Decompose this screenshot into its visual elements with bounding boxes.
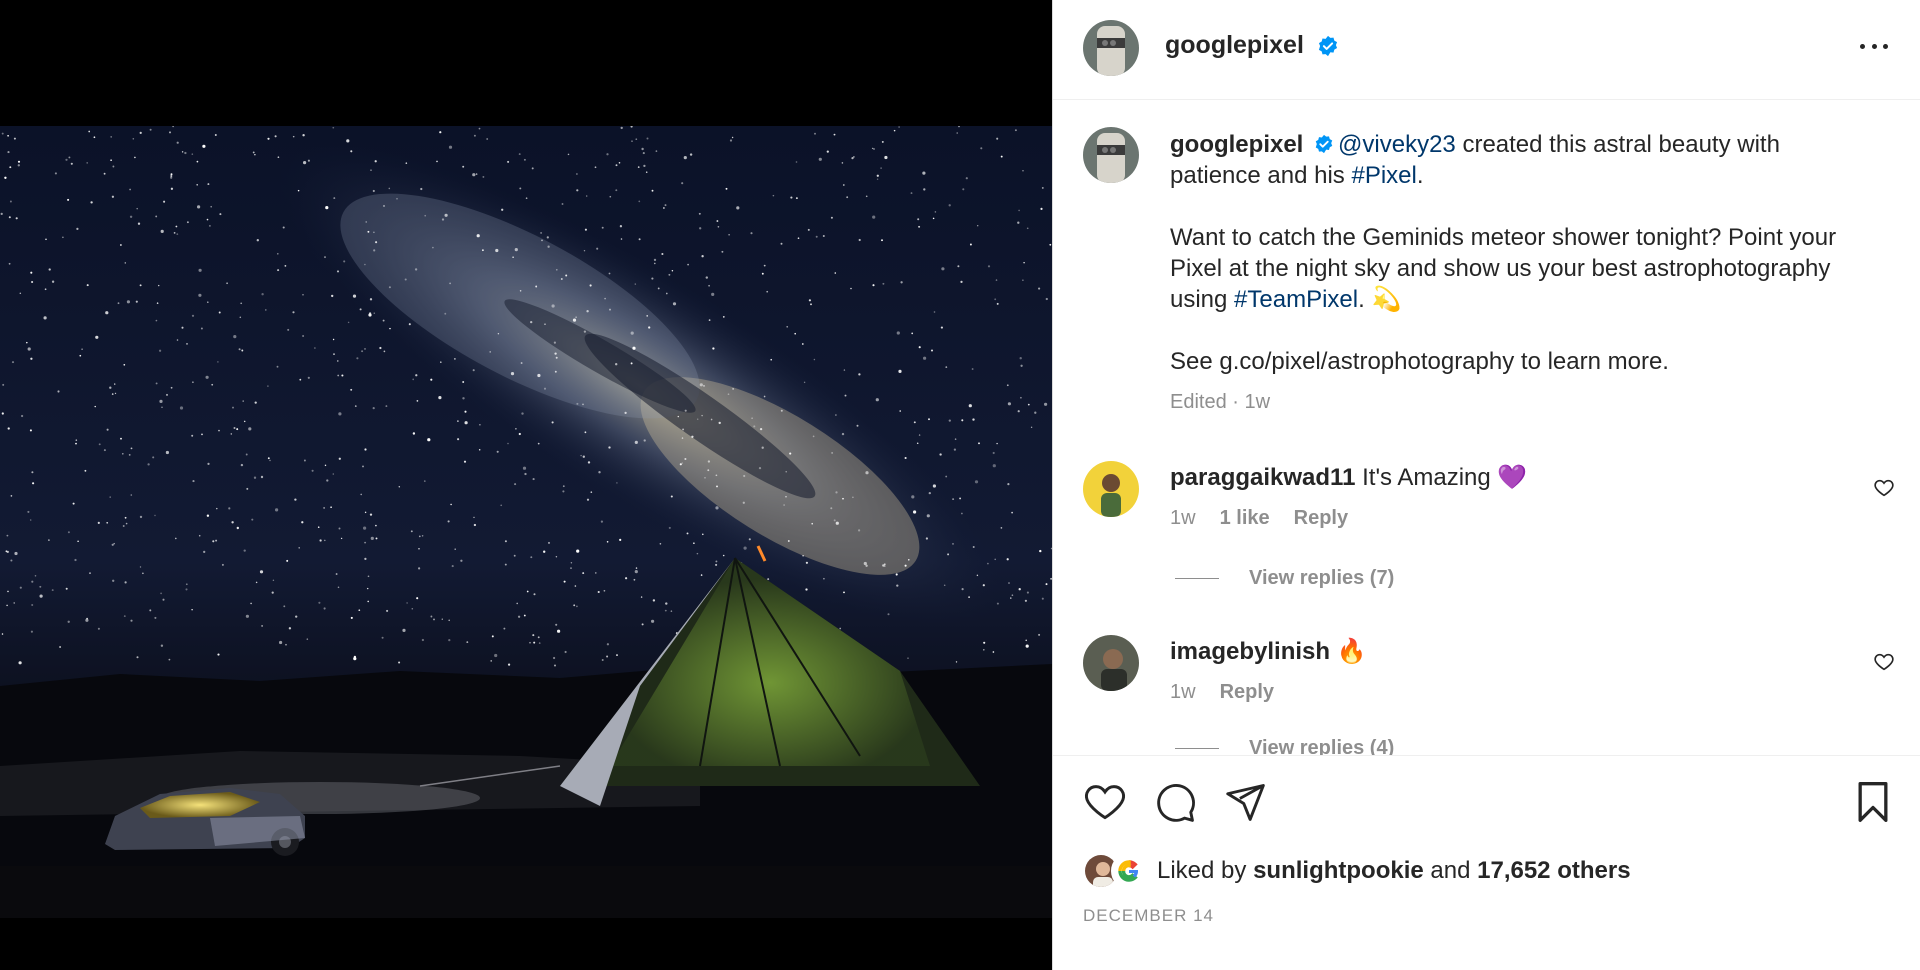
view-replies-label[interactable]: View replies (7) [1249, 567, 1394, 590]
heart-icon[interactable] [1083, 780, 1127, 824]
post-detail-panel: googlepixel googlepixel @viveky23 create… [1052, 0, 1920, 970]
comment-time: 1w [1170, 507, 1196, 529]
view-replies-button[interactable]: View replies (4) [1175, 737, 1394, 755]
hashtag-link[interactable]: #Pixel [1351, 162, 1416, 189]
liked-by-others-count[interactable]: 17,652 others [1477, 857, 1630, 885]
edited-timestamp: Edited · 1w [1170, 391, 1271, 413]
comment-time: 1w [1170, 681, 1196, 703]
caption-author-avatar[interactable] [1083, 127, 1139, 183]
author-username[interactable]: googlepixel [1165, 31, 1339, 60]
post-header: googlepixel [1053, 0, 1920, 100]
view-replies-button[interactable]: View replies (7) [1175, 567, 1394, 590]
commenter-avatar[interactable] [1083, 635, 1139, 691]
comment-text: paraggaikwad11 It's Amazing 💜 [1170, 463, 1527, 492]
bookmark-icon[interactable] [1853, 780, 1893, 824]
verified-badge-icon [1318, 36, 1337, 57]
verified-badge-icon [1315, 134, 1333, 154]
commenter-username[interactable]: paraggaikwad11 [1170, 464, 1355, 491]
liked-by-username[interactable]: sunlightpookie [1253, 857, 1424, 885]
comment-item: paraggaikwad11 It's Amazing 💜 1w 1 like … [1053, 461, 1920, 581]
liked-by-prefix: Liked by [1157, 857, 1247, 884]
view-replies-label[interactable]: View replies (4) [1249, 737, 1394, 755]
author-username-text[interactable]: googlepixel [1165, 31, 1304, 59]
comment-body: It's Amazing 💜 [1355, 464, 1528, 491]
comment-body: 🔥 [1330, 638, 1367, 665]
post-caption: googlepixel @viveky23 created this astra… [1170, 129, 1860, 377]
comment-heart-icon[interactable] [1873, 477, 1895, 499]
commenter-username[interactable]: imagebylinish [1170, 638, 1330, 665]
post-footer: Liked by sunlightpookie and 17,652 other… [1053, 755, 1920, 970]
comment-reply-button[interactable]: Reply [1294, 507, 1348, 530]
more-options-icon[interactable] [1854, 34, 1894, 58]
caption-text: . [1416, 162, 1424, 189]
author-avatar[interactable] [1083, 20, 1139, 76]
comment-meta: 1w 1 like Reply [1170, 507, 1348, 530]
comments-scroll-area[interactable]: googlepixel @viveky23 created this astra… [1053, 101, 1920, 755]
google-logo-icon [1111, 853, 1147, 889]
post-date[interactable]: DECEMBER 14 [1083, 906, 1214, 926]
mention-link[interactable]: @viveky23 [1338, 131, 1456, 158]
share-icon[interactable] [1223, 780, 1267, 824]
liked-by-summary[interactable]: Liked by sunlightpookie and 17,652 other… [1083, 853, 1631, 889]
comment-heart-icon[interactable] [1873, 651, 1895, 673]
caption-text: . 💫 [1358, 286, 1402, 313]
liked-by-and: and [1430, 857, 1471, 884]
hashtag-link[interactable]: #TeamPixel [1234, 286, 1358, 313]
post-media [0, 0, 1052, 970]
caption-username[interactable]: googlepixel [1170, 131, 1303, 158]
liker-avatars [1083, 853, 1149, 889]
comment-meta: 1w Reply [1170, 681, 1274, 704]
action-bar [1083, 780, 1893, 828]
comment-reply-button[interactable]: Reply [1220, 681, 1274, 704]
comment-text: imagebylinish 🔥 [1170, 637, 1367, 666]
post-photo-night-sky[interactable] [0, 126, 1052, 918]
comment-icon[interactable] [1153, 780, 1197, 824]
comment-likes[interactable]: 1 like [1220, 507, 1270, 530]
commenter-avatar[interactable] [1083, 461, 1139, 517]
caption-text: See g.co/pixel/astrophotography to learn… [1170, 348, 1669, 375]
